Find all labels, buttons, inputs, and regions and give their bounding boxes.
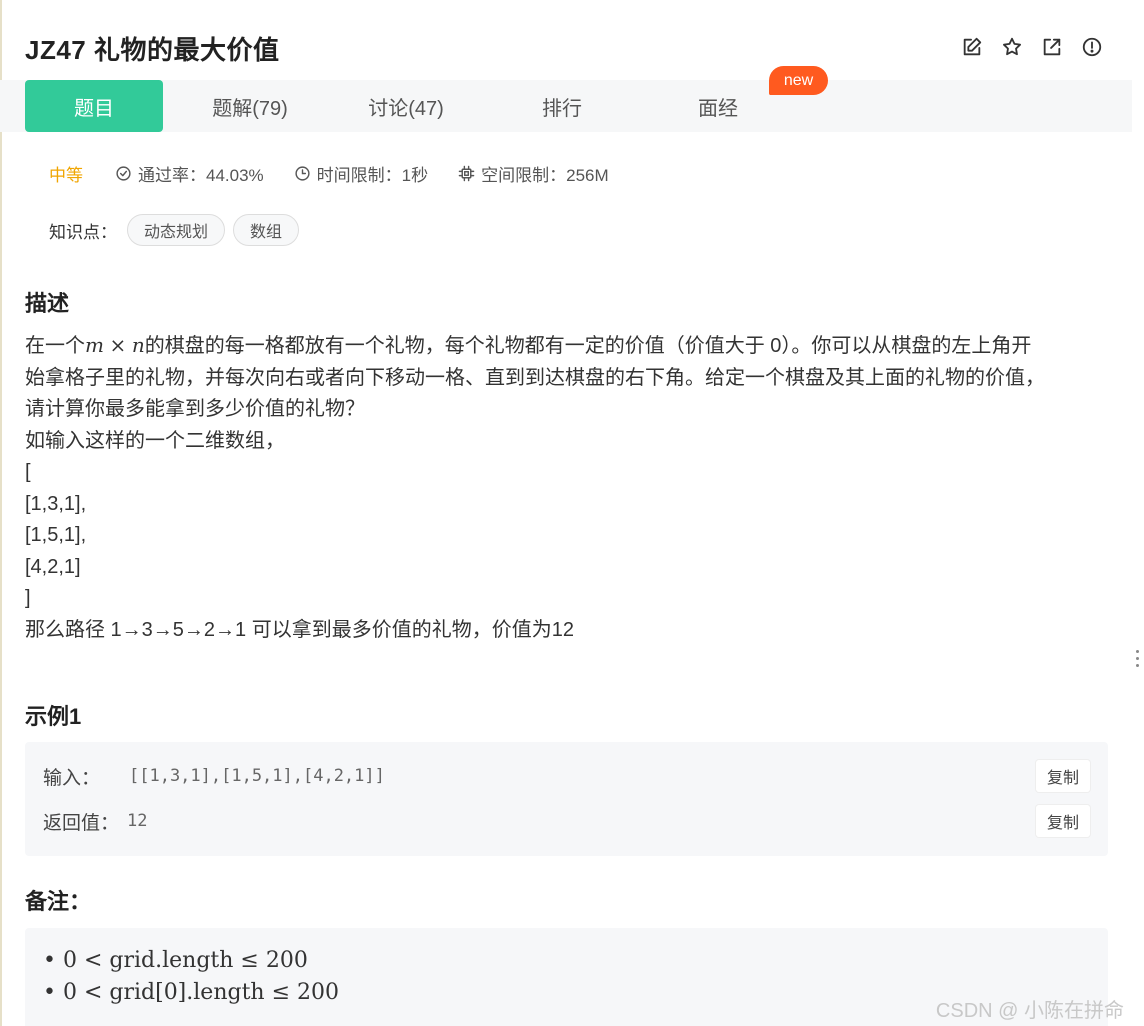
tab-bar: 题目 题解(79) 讨论(47) 排行 面经 — [0, 80, 1132, 132]
share-icon[interactable] — [1039, 34, 1065, 60]
example-output-value: 12 — [127, 811, 148, 831]
desc-line: 如输入这样的一个二维数组， — [25, 429, 285, 452]
clock-icon — [295, 165, 310, 181]
desc-line: [ — [25, 461, 31, 483]
left-border — [0, 0, 2, 1026]
watermark: CSDN @ 小陈在拼命 — [935, 1000, 1124, 1022]
more-handle[interactable] — [1136, 650, 1142, 667]
example-title: 示例1 — [25, 704, 82, 729]
knowledge-points: 知识点： 动态规划 数组 — [49, 214, 300, 246]
time-limit: 时间限制：1秒 — [294, 161, 428, 186]
star-icon[interactable] — [999, 34, 1025, 60]
difficulty-label: 中等 — [49, 165, 83, 185]
space-limit: 空间限制：256M — [458, 161, 609, 186]
notes-title: 备注： — [25, 889, 92, 914]
tag-array[interactable]: 数组 — [233, 214, 300, 246]
tab-ranking[interactable]: 排行 — [493, 80, 631, 132]
example-output-label: 返回值： — [43, 812, 120, 834]
desc-line: 请计算你最多能拿到多少价值的礼物？ — [25, 398, 365, 420]
problem-header: JZ47 礼物的最大价值 — [25, 28, 1115, 68]
note-line: • 0 < grid.length ≤ 200 — [43, 948, 308, 973]
problem-meta: 中等 通过率：44.03% 时间限制：1秒 空间限制：256M — [49, 160, 639, 186]
copy-output-button[interactable]: 复制 — [1036, 805, 1090, 837]
desc-line: [4,2,1] — [25, 555, 81, 578]
copy-input-button[interactable]: 复制 — [1036, 760, 1090, 792]
tab-solutions[interactable]: 题解(79) — [181, 80, 319, 132]
desc-line: [1,3,1], — [25, 492, 87, 515]
problem-title: JZ47 礼物的最大价值 — [25, 34, 280, 65]
time-limit-text: 时间限制：1秒 — [316, 165, 429, 185]
new-badge: new — [769, 66, 828, 95]
space-limit-text: 空间限制：256M — [481, 165, 609, 185]
description-body: 在一个m × n的棋盘的每一格都放有一个礼物，每个礼物都有一定的价值（价值大于 … — [25, 330, 1110, 646]
check-circle-icon — [116, 165, 131, 181]
desc-line: ] — [25, 587, 31, 609]
chip-icon — [458, 165, 475, 181]
header-actions — [959, 34, 1105, 60]
knowledge-label: 知识点： — [49, 222, 117, 242]
tab-interview[interactable]: 面经 — [649, 80, 787, 132]
example-input-value: [[1,3,1],[1,5,1],[4,2,1]] — [129, 766, 385, 786]
desc-line: 那么路径 1→3→5→2→1 可以拿到最多价值的礼物，价值为12 — [25, 618, 574, 641]
example-box: 输入： [[1,3,1],[1,5,1],[4,2,1]] 复制 返回值： 12… — [25, 742, 1108, 856]
desc-line: [1,5,1], — [25, 524, 87, 546]
tab-problem[interactable]: 题目 — [25, 80, 163, 132]
alert-icon[interactable] — [1079, 34, 1105, 60]
pass-rate-text: 通过率：44.03% — [138, 165, 264, 185]
example-input-row: 输入： [[1,3,1],[1,5,1],[4,2,1]] — [43, 761, 385, 791]
example-input-label: 输入： — [43, 767, 101, 789]
tag-dynamic-programming[interactable]: 动态规划 — [127, 214, 226, 246]
note-line: • 0 < grid[0].length ≤ 200 — [43, 980, 339, 1005]
description-title: 描述 — [25, 291, 70, 316]
edit-icon[interactable] — [959, 34, 985, 60]
desc-line: 始拿格子里的礼物，并每次向右或者向下移动一格、直到到达棋盘的右下角。给定一个棋盘… — [25, 366, 1045, 389]
pass-rate: 通过率：44.03% — [115, 161, 264, 186]
example-output-row: 返回值： 12 — [43, 806, 147, 836]
tab-discussion[interactable]: 讨论(47) — [337, 80, 475, 132]
problem-page: JZ47 礼物的最大价值 题目 题解(79) 讨论(47) 排行 面经 new … — [0, 0, 1144, 1026]
desc-line: 在一个m × n的棋盘的每一格都放有一个礼物，每个礼物都有一定的价值（价值大于 … — [25, 333, 1032, 357]
